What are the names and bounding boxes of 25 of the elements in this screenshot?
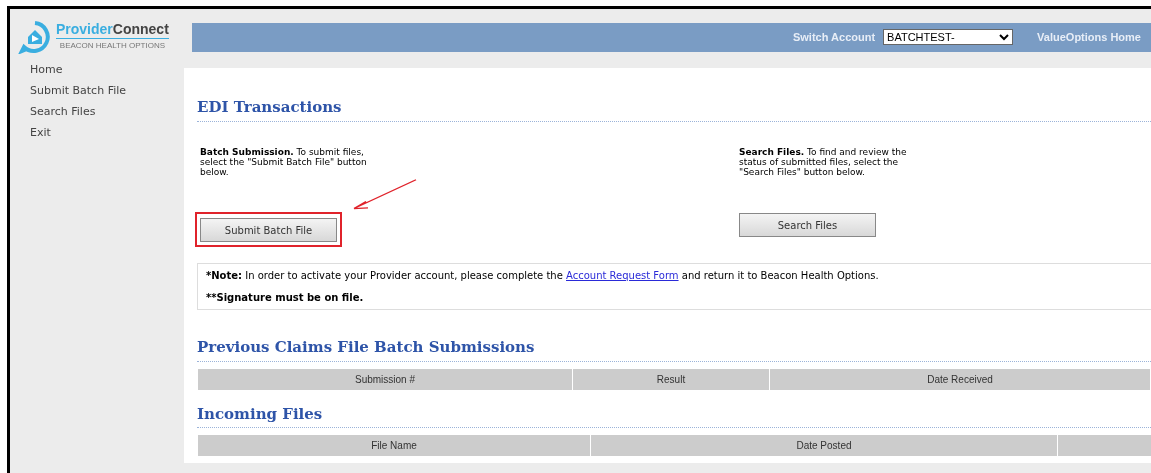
signature-note: **Signature must be on file. [206, 291, 365, 305]
column-header: Submission # [198, 368, 572, 390]
column-header: File Name [198, 435, 590, 456]
action-button[interactable]: Submit Batch File [200, 218, 337, 242]
sidebar-link[interactable]: Exit [30, 125, 184, 141]
action-button[interactable]: Search Files [739, 213, 876, 237]
sidebar-link[interactable]: Submit Batch File [30, 83, 184, 99]
switch-account-label: Switch Account [792, 29, 876, 45]
chevron-icon [999, 33, 1010, 41]
logo-icon [18, 20, 52, 54]
account-request-link[interactable]: Account Request Form [566, 270, 679, 281]
note-text: *Note: In order to activate your Provider account, please complete the Account Request Form and return it to Beacon Health Options. [206, 269, 880, 283]
logo-tagline: BEACON HEALTH OPTIONS [56, 38, 169, 52]
section-heading: Previous Claims File Batch Submissions [197, 336, 1151, 362]
card-description: Batch Submission. To submit files, select the "Submit Batch File" button below. [200, 146, 368, 177]
logo-wordmark: ProviderConnect [56, 22, 169, 36]
card-description: Search Files. To find and review the status of submitted files, select the "Search Files" button below. [739, 146, 908, 177]
sidebar-link[interactable]: Search Files [30, 104, 184, 120]
section-heading: EDI Transactions [197, 96, 1151, 122]
sidebar-link[interactable]: Home [30, 62, 184, 78]
column-header: Result [573, 368, 769, 390]
column-header: Date Received [770, 368, 1150, 390]
section-heading: Incoming Files [197, 402, 1151, 428]
column-header: Date Posted [591, 435, 1057, 456]
account-dropdown[interactable]: BATCHTEST- [883, 29, 1014, 45]
